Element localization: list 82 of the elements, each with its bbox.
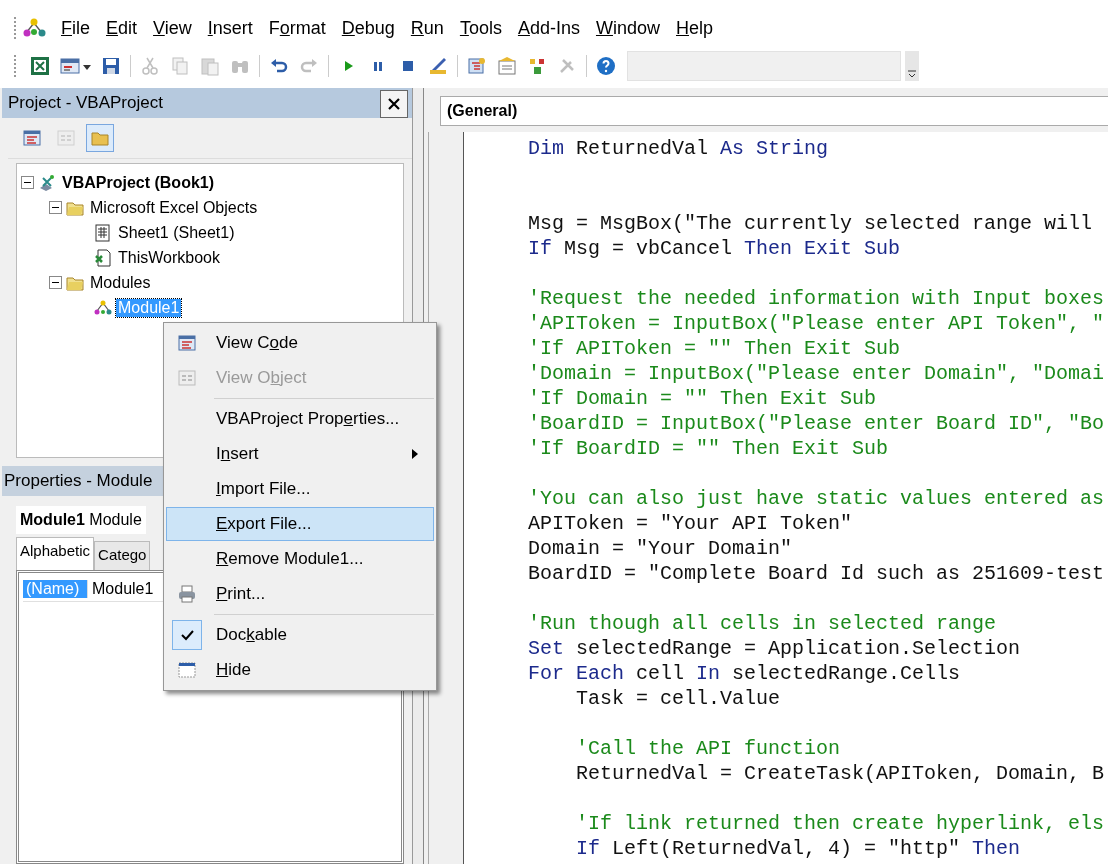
menu-item[interactable]: Export File... bbox=[166, 507, 434, 541]
tree-item[interactable]: Sheet1 (Sheet1) bbox=[116, 223, 237, 242]
code-line: Dim ReturnedVal As String bbox=[528, 137, 829, 160]
code-editor[interactable] bbox=[464, 132, 1108, 864]
close-button[interactable] bbox=[380, 90, 408, 118]
code-line: Msg = MsgBox("The currently selected range will bbox=[528, 212, 1093, 235]
code-line: Domain = "Your Domain" bbox=[528, 537, 793, 560]
menu-item[interactable]: Debug bbox=[333, 14, 403, 42]
menu-item[interactable]: Help bbox=[668, 14, 722, 42]
printer-icon bbox=[178, 585, 196, 603]
checkmark-icon bbox=[180, 629, 194, 641]
menu-item[interactable]: Hide bbox=[166, 653, 434, 687]
tree-item[interactable]: Microsoft Excel Objects bbox=[88, 198, 260, 217]
panel-title: Project - VBAProject bbox=[8, 92, 163, 114]
help-icon bbox=[596, 56, 616, 76]
menu-item[interactable]: View Code bbox=[166, 326, 434, 360]
code-comment: 'If BoardID = "" Then Exit Sub bbox=[528, 437, 889, 460]
scissors-icon bbox=[140, 56, 160, 76]
collapse-icon[interactable] bbox=[21, 176, 34, 189]
code-line: ReturnedVal = CreateTask(APIToken, Domain, B bbox=[576, 762, 1105, 785]
menu-item[interactable]: Edit bbox=[98, 14, 146, 42]
close-icon bbox=[387, 97, 401, 111]
property-value[interactable]: Module1 bbox=[87, 580, 154, 598]
copy-icon bbox=[170, 56, 190, 76]
menu-item[interactable]: Dockable bbox=[166, 618, 434, 652]
code-comment: 'You can also just have static values entered as bbox=[528, 487, 1105, 510]
code-line: Task = cell.Value bbox=[576, 687, 781, 710]
menu-item[interactable]: Add-Ins bbox=[509, 14, 588, 42]
menu-item[interactable]: Tools bbox=[451, 14, 510, 42]
window-icon bbox=[178, 661, 196, 679]
object-dropdown[interactable]: (General) bbox=[440, 96, 1108, 126]
menu-item[interactable]: File bbox=[53, 14, 98, 42]
menu-item[interactable]: Window bbox=[587, 14, 668, 42]
menu-item[interactable]: Remove Module1... bbox=[166, 542, 434, 576]
code-comment: 'BoardID = InputBox("Please enter Board ID", "Bo bbox=[528, 412, 1105, 435]
code-comment: 'APIToken = InputBox("Please enter API Token", " bbox=[528, 312, 1105, 335]
code-window-icon bbox=[23, 129, 41, 147]
collapse-icon[interactable] bbox=[49, 276, 62, 289]
project-icon bbox=[38, 173, 56, 192]
tree-window-icon bbox=[467, 56, 487, 76]
object-browser-icon bbox=[527, 56, 547, 76]
menu-item[interactable]: Format bbox=[260, 14, 334, 42]
tab[interactable]: Alphabetic bbox=[16, 537, 95, 570]
code-comment: 'If link returned then create hyperlink, els bbox=[576, 812, 1105, 835]
tree-item[interactable]: Modules bbox=[88, 273, 153, 292]
worksheet-icon bbox=[94, 223, 112, 242]
code-window-icon bbox=[178, 334, 196, 352]
code-line: Set selectedRange = Application.Selection bbox=[528, 637, 1021, 660]
menu-item[interactable]: View bbox=[145, 14, 200, 42]
paste-icon bbox=[200, 56, 220, 76]
properties-icon bbox=[497, 56, 517, 76]
tab[interactable]: Catego bbox=[94, 541, 151, 570]
ruler-pencil-icon bbox=[428, 56, 448, 76]
code-comment: 'If Domain = "" Then Exit Sub bbox=[528, 387, 877, 410]
module-icon bbox=[94, 298, 112, 317]
code-comment: 'Request the needed information with Input boxes bbox=[528, 287, 1105, 310]
menu-item[interactable]: Insert bbox=[199, 14, 261, 42]
code-comment: 'Run though all cells in selected range bbox=[528, 612, 997, 635]
code-line: APIToken = "Your API Token" bbox=[528, 512, 853, 535]
form-window-icon bbox=[178, 369, 196, 387]
menu-item[interactable]: Print... bbox=[166, 577, 434, 611]
overflow-chevron-icon bbox=[905, 51, 919, 81]
code-line: For Each cell In selectedRange.Cells bbox=[528, 662, 961, 685]
menu-item[interactable]: Run bbox=[402, 14, 452, 42]
tree-item[interactable]: ThisWorkbook bbox=[116, 248, 222, 267]
collapse-icon[interactable] bbox=[49, 201, 62, 214]
object-dropdown[interactable]: Module1 Module bbox=[16, 506, 146, 534]
save-icon bbox=[101, 56, 121, 76]
code-line: BoardID = "Complete Board Id such as 251609-test bbox=[528, 562, 1105, 585]
code-comment: 'Call the API function bbox=[576, 737, 841, 760]
form-icon bbox=[60, 56, 80, 76]
tree-item[interactable]: VBAProject (Book1) bbox=[60, 173, 217, 192]
workbook-icon bbox=[94, 248, 112, 267]
code-line: If Msg = vbCancel Then Exit Sub bbox=[528, 237, 901, 260]
excel-icon bbox=[30, 56, 50, 76]
code-comment: 'If APIToken = "" Then Exit Sub bbox=[528, 337, 901, 360]
form-window-icon bbox=[57, 129, 75, 147]
menu-item[interactable]: VBAProject Properties... bbox=[166, 402, 434, 436]
vba-logo-icon bbox=[23, 17, 47, 39]
code-line: If Left(ReturnedVal, 4) = "http" Then bbox=[576, 837, 1021, 860]
code-comment: 'Domain = InputBox("Please enter Domain", "Domai bbox=[528, 362, 1105, 385]
folder-icon bbox=[91, 129, 109, 147]
